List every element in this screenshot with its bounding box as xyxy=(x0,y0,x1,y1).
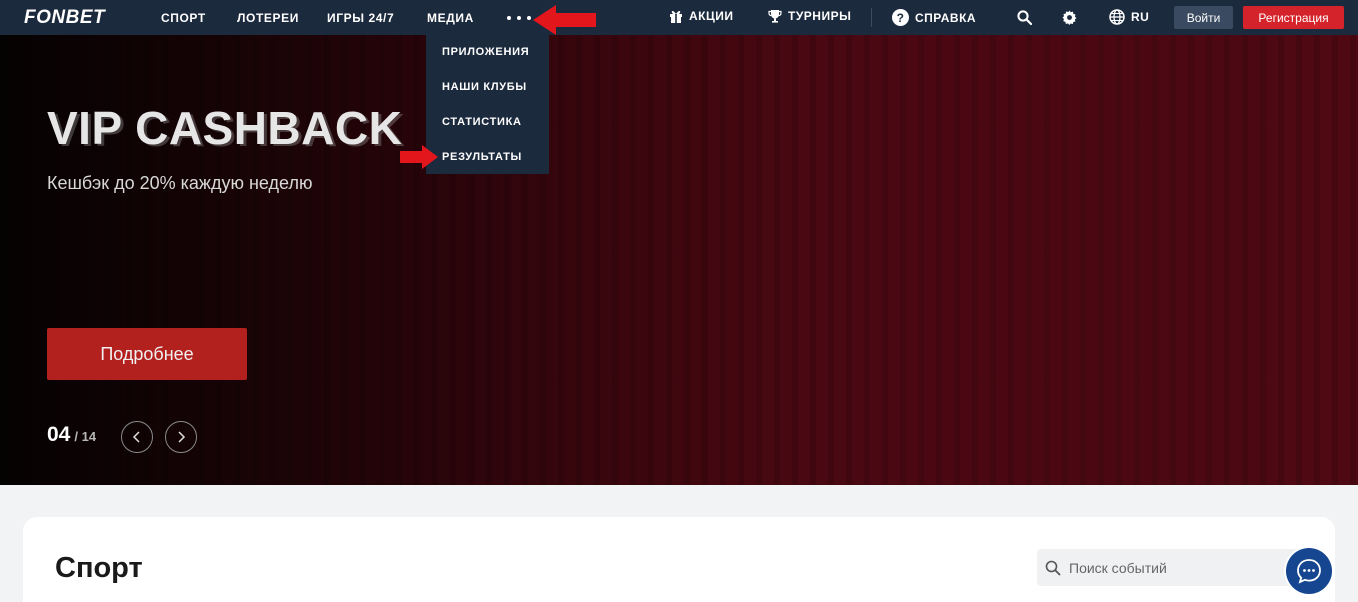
nav-separator xyxy=(871,8,872,27)
gear-icon xyxy=(1062,10,1077,25)
prev-slide-button[interactable] xyxy=(121,421,153,453)
globe-icon xyxy=(1109,9,1125,25)
register-button[interactable]: Регистрация xyxy=(1243,6,1344,29)
tournaments-link[interactable]: ТУРНИРЫ xyxy=(768,9,851,23)
question-circle-icon: ? xyxy=(892,9,909,26)
event-search xyxy=(1037,549,1307,586)
ellipsis-icon xyxy=(507,16,511,20)
menu-item-clubs[interactable]: НАШИ КЛУБЫ xyxy=(426,76,549,111)
gift-icon xyxy=(670,10,682,23)
section-title: Спорт xyxy=(55,552,143,584)
login-button[interactable]: Войти xyxy=(1174,6,1233,29)
current-slide: 04 xyxy=(47,423,71,446)
hero-subtitle: Кешбэк до 20% каждую неделю xyxy=(47,173,313,193)
annotation-arrow-right-icon xyxy=(400,145,438,169)
menu-item-statistics[interactable]: СТАТИСТИКА xyxy=(426,111,549,146)
more-dropdown-menu: ПРИЛОЖЕНИЯ НАШИ КЛУБЫ СТАТИСТИКА РЕЗУЛЬТ… xyxy=(426,35,549,174)
search-icon xyxy=(1045,560,1061,575)
next-slide-button[interactable] xyxy=(165,421,197,453)
trophy-icon xyxy=(768,10,782,23)
hero-details-button[interactable]: Подробнее xyxy=(47,328,247,380)
chat-bubble-icon xyxy=(1297,559,1321,584)
search-button[interactable] xyxy=(1017,10,1032,25)
language-selector[interactable]: RU xyxy=(1109,9,1149,25)
more-menu-button[interactable] xyxy=(506,9,532,27)
nav-media[interactable]: МЕДИА xyxy=(427,11,474,25)
chat-button[interactable] xyxy=(1286,548,1332,594)
menu-item-apps[interactable]: ПРИЛОЖЕНИЯ xyxy=(426,41,549,76)
fonbet-logo[interactable]: FONBET xyxy=(24,7,105,29)
nav-games[interactable]: ИГРЫ 24/7 xyxy=(327,11,394,25)
annotation-arrow-left-icon xyxy=(533,5,596,35)
top-nav: FONBET СПОРТ ЛОТЕРЕИ ИГРЫ 24/7 МЕДИА АКЦ… xyxy=(0,0,1358,35)
event-search-input[interactable] xyxy=(1069,559,1289,576)
nav-sport[interactable]: СПОРТ xyxy=(161,11,206,25)
promos-link[interactable]: АКЦИИ xyxy=(669,9,734,23)
svg-text:?: ? xyxy=(897,11,905,25)
hero-title: VIP CASHBACK xyxy=(47,102,403,154)
nav-lotteries[interactable]: ЛОТЕРЕИ xyxy=(237,11,299,25)
sport-section: Спорт xyxy=(23,517,1335,602)
hero-banner: VIP CASHBACK Кешбэк до 20% каждую неделю… xyxy=(0,35,1358,485)
slide-counter: 04 / 14 xyxy=(47,423,96,447)
search-icon xyxy=(1017,10,1032,25)
help-link[interactable]: ? СПРАВКА xyxy=(892,9,976,26)
settings-button[interactable] xyxy=(1062,10,1077,25)
chevron-left-icon xyxy=(132,431,140,443)
chevron-right-icon xyxy=(178,431,186,443)
total-slides: / 14 xyxy=(74,429,97,444)
menu-item-results[interactable]: РЕЗУЛЬТАТЫ xyxy=(426,146,549,181)
